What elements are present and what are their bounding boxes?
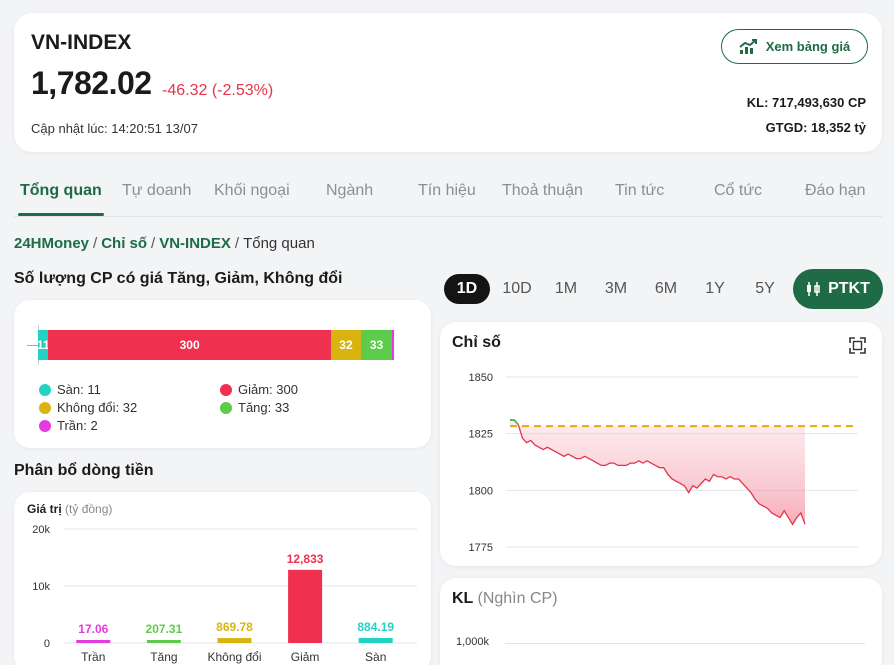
candlestick-icon bbox=[807, 282, 820, 296]
flow-axis-title: Giá trị (tỷ đồng) bbox=[27, 502, 112, 516]
stacked-count-bar: 1130032332 bbox=[38, 330, 394, 360]
index-name: VN-INDEX bbox=[31, 31, 132, 54]
flow-bar bbox=[146, 640, 181, 643]
period-5y[interactable]: 5Y bbox=[745, 274, 785, 304]
active-tab-indicator bbox=[18, 213, 104, 216]
period-6m[interactable]: 6M bbox=[646, 274, 686, 304]
breadcrumb-home[interactable]: 24HMoney bbox=[14, 235, 89, 252]
breadcrumb-category[interactable]: Chỉ số bbox=[101, 235, 147, 252]
period-1m[interactable]: 1M bbox=[546, 274, 586, 304]
volume-title-label: KL bbox=[452, 590, 474, 607]
flow-value-label: 12,833 bbox=[287, 552, 324, 566]
flow-bar bbox=[288, 569, 323, 643]
flow-category-label: Sàn bbox=[365, 650, 386, 664]
flow-axis-label: Giá trị bbox=[27, 502, 62, 516]
legend-floor: Sàn: 11 bbox=[39, 382, 101, 397]
count-section-title: Số lượng CP có giá Tăng, Giảm, Không đổi bbox=[14, 270, 343, 287]
legend-ceiling-label: Trần: 2 bbox=[57, 418, 98, 433]
count-segment-2: 32 bbox=[330, 330, 362, 360]
period-10d[interactable]: 10D bbox=[496, 274, 538, 304]
flow-tick-label: 0 bbox=[44, 638, 50, 650]
ceiling-dot-icon bbox=[39, 419, 51, 432]
flow-bar bbox=[76, 640, 111, 643]
tab-dividends[interactable]: Cổ tức bbox=[714, 182, 762, 200]
index-tick-label: 1800 bbox=[469, 485, 493, 497]
volume-chart-title: KL (Nghìn CP) bbox=[452, 590, 558, 608]
index-price: 1,782.02 bbox=[31, 65, 152, 101]
flow-axis-unit: (tỷ đồng) bbox=[65, 502, 113, 516]
up-dot-icon bbox=[220, 401, 232, 414]
trend-up-icon bbox=[739, 38, 757, 54]
tab-foreign[interactable]: Khối ngoại bbox=[214, 182, 290, 200]
breadcrumb-separator: / bbox=[234, 235, 240, 252]
flow-tick-label: 10k bbox=[32, 581, 50, 593]
flow-category-label: Tăng bbox=[150, 650, 177, 664]
breadcrumb-index[interactable]: VN-INDEX bbox=[159, 235, 231, 252]
count-segment-3: 33 bbox=[361, 330, 393, 360]
flow-value-label: 207.31 bbox=[146, 622, 183, 636]
count-axis-tick bbox=[27, 345, 38, 346]
tab-overview[interactable]: Tổng quan bbox=[20, 182, 102, 200]
flow-value-label: 869.78 bbox=[216, 620, 253, 634]
breadcrumb-current: Tổng quan bbox=[243, 235, 315, 252]
value-text: GTGD: 18,352 tỷ bbox=[765, 120, 866, 135]
legend-down: Giảm: 300 bbox=[220, 382, 298, 397]
ptkt-button[interactable]: PTKT bbox=[793, 269, 883, 309]
legend-ceiling: Trần: 2 bbox=[39, 418, 98, 433]
unchanged-dot-icon bbox=[39, 401, 51, 414]
index-chart-title: Chỉ số bbox=[452, 334, 501, 351]
volume-text: KL: 717,493,630 CP bbox=[746, 95, 866, 110]
cash-flow-chart: 0 10k 20k 17.06 Trần 207.31 Tăng 869.78 Không đổ… bbox=[32, 524, 417, 664]
tab-deals[interactable]: Thoả thuận bbox=[502, 182, 583, 200]
tab-proprietary[interactable]: Tự doanh bbox=[122, 182, 191, 200]
index-line-chart: 1850 1825 1800 1775 bbox=[469, 372, 858, 554]
update-time: Cập nhật lúc: 14:20:51 13/07 bbox=[31, 121, 198, 136]
breadcrumb-separator: / bbox=[151, 235, 156, 252]
volume-axis-tick: 1,000k bbox=[456, 636, 490, 648]
index-tick-label: 1850 bbox=[469, 372, 493, 384]
tab-bar: Tổng quan Tự doanh Khối ngoại Ngành Tín … bbox=[14, 170, 882, 217]
tab-signals[interactable]: Tín hiệu bbox=[418, 182, 476, 200]
volume-gridline bbox=[505, 643, 865, 644]
period-1d[interactable]: 1D bbox=[444, 274, 490, 304]
index-change: -46.32 (-2.53%) bbox=[162, 82, 274, 99]
legend-floor-label: Sàn: 11 bbox=[57, 382, 101, 397]
ptkt-label: PTKT bbox=[828, 280, 870, 297]
count-segment-0: 11 bbox=[38, 330, 49, 360]
legend-down-label: Giảm: 300 bbox=[238, 382, 298, 397]
flow-section-title: Phân bổ dòng tiền bbox=[14, 462, 154, 479]
tab-news[interactable]: Tin tức bbox=[615, 182, 664, 200]
tab-maturity[interactable]: Đáo hạn bbox=[805, 182, 866, 200]
flow-tick-label: 20k bbox=[32, 524, 50, 536]
flow-value-label: 17.06 bbox=[78, 622, 108, 636]
index-tick-label: 1775 bbox=[469, 542, 493, 554]
flow-category-label: Trần bbox=[81, 650, 105, 664]
legend-up-label: Tăng: 33 bbox=[238, 400, 290, 415]
floor-dot-icon bbox=[39, 383, 51, 396]
breadcrumb-separator: / bbox=[93, 235, 98, 252]
flow-value-label: 884.19 bbox=[357, 620, 394, 634]
period-1y[interactable]: 1Y bbox=[695, 274, 735, 304]
index-tick-label: 1825 bbox=[469, 429, 493, 441]
period-3m[interactable]: 3M bbox=[596, 274, 636, 304]
flow-category-label: Giảm bbox=[291, 650, 320, 664]
fullscreen-icon[interactable] bbox=[849, 337, 866, 354]
tab-sector[interactable]: Ngành bbox=[326, 182, 373, 200]
breadcrumb: 24HMoney / Chỉ số / VN-INDEX / Tổng quan bbox=[14, 235, 315, 252]
flow-bar bbox=[358, 637, 393, 643]
legend-unchanged-label: Không đổi: 32 bbox=[57, 400, 138, 415]
price-board-button[interactable]: Xem bảng giá bbox=[721, 29, 868, 64]
volume-title-unit: (Nghìn CP) bbox=[477, 590, 558, 607]
flow-bar bbox=[217, 638, 252, 643]
index-summary-card: VN-INDEX 1,782.02 -46.32 (-2.53%) Cập nh… bbox=[14, 13, 882, 152]
legend-up: Tăng: 33 bbox=[220, 400, 289, 415]
count-segment-1: 300 bbox=[48, 330, 331, 360]
legend-unchanged: Không đổi: 32 bbox=[39, 400, 137, 415]
count-segment-4: 2 bbox=[392, 330, 394, 360]
down-dot-icon bbox=[220, 383, 232, 396]
flow-category-label: Không đổi bbox=[207, 650, 261, 664]
price-board-label: Xem bảng giá bbox=[765, 39, 851, 54]
index-area-fill bbox=[510, 420, 805, 525]
